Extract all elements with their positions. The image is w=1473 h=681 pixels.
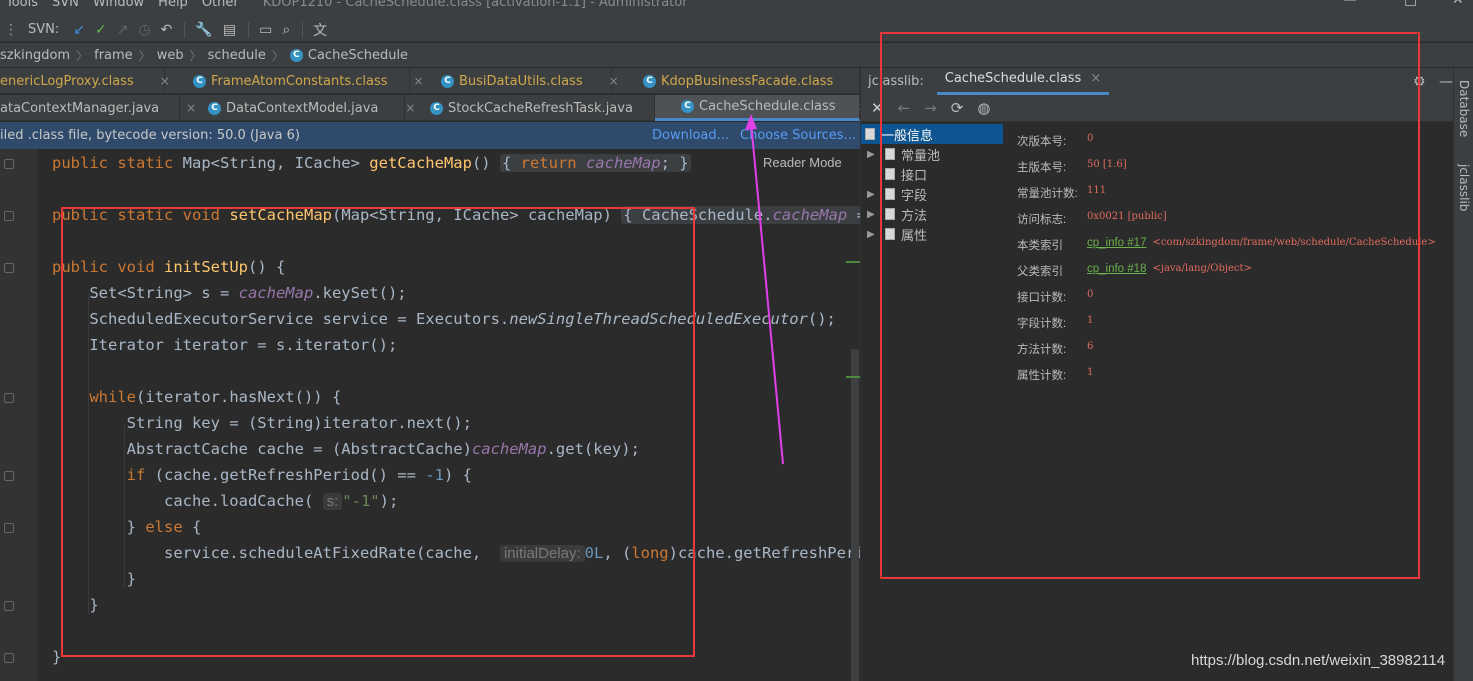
annotation-arrow [745,114,784,465]
watermark: https://blog.csdn.net/weixin_38982114 [1191,652,1446,669]
arrow-line [750,121,784,465]
arrow-head-icon [745,114,757,130]
ide-window: Tools SVN Window Help Other KDOP1210 - C… [0,0,1473,681]
